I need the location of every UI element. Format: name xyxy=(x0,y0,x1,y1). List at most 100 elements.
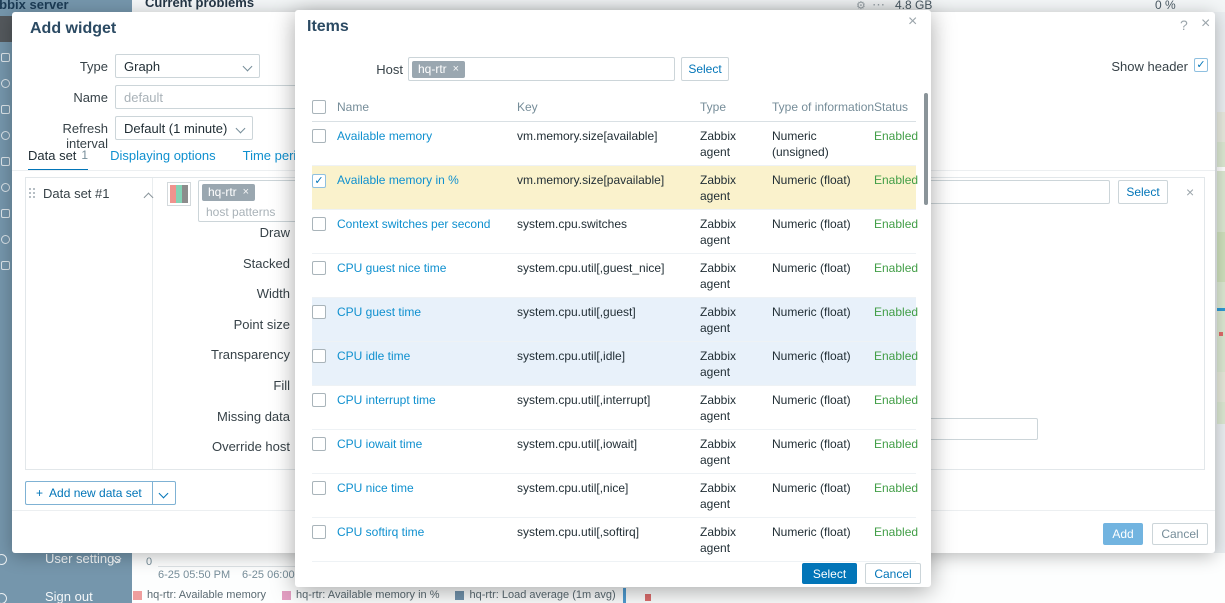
item-name-link[interactable]: Available memory xyxy=(337,129,432,143)
item-name-link[interactable]: CPU guest nice time xyxy=(337,261,446,275)
type-select[interactable]: Graph xyxy=(115,54,260,78)
graph-legend: hq-rtr: Available memoryhq-rtr: Availabl… xyxy=(133,589,616,601)
column-header[interactable]: Status xyxy=(874,100,916,121)
data-set-extra-input[interactable] xyxy=(925,418,1038,440)
sidebar-menu-icon[interactable] xyxy=(1,261,10,270)
sidebar-menu-icon[interactable] xyxy=(1,79,10,88)
legend-item: hq-rtr: Available memory in % xyxy=(282,589,439,601)
item-name-link[interactable]: Available memory in % xyxy=(337,173,459,187)
form-label-width: Width xyxy=(140,286,290,301)
legend-color-icon xyxy=(455,591,464,600)
host-select-button[interactable]: Select xyxy=(681,57,729,81)
item-type: Zabbix agent xyxy=(700,304,772,341)
sidebar-item-sign-out[interactable]: Sign out xyxy=(45,589,93,603)
select-all-checkbox[interactable] xyxy=(312,100,326,114)
item-checkbox[interactable] xyxy=(312,525,326,539)
item-status: Enabled xyxy=(874,348,924,385)
column-header[interactable]: Name xyxy=(337,100,517,121)
item-info: Numeric (float) xyxy=(772,392,874,429)
chevron-down-icon xyxy=(243,61,253,71)
sidebar-menu-icon[interactable] xyxy=(1,157,10,166)
item-name-link[interactable]: CPU idle time xyxy=(337,349,410,363)
item-info: Numeric (float) xyxy=(772,524,874,561)
item-row: CPU nice time system.cpu.util[,nice] Zab… xyxy=(312,474,916,518)
legend-item: hq-rtr: Load average (1m avg) xyxy=(455,589,615,601)
graph-legend-fragment xyxy=(645,594,651,601)
sidebar-menu-icon[interactable] xyxy=(1,53,10,62)
item-key: system.cpu.util[,iowait] xyxy=(517,436,700,473)
dialog-title: Items xyxy=(307,18,349,36)
sidebar-menu-icon[interactable] xyxy=(1,105,10,114)
item-status: Enabled xyxy=(874,436,924,473)
sidebar-active-item-marker[interactable] xyxy=(0,16,12,42)
items-table-body: Available memory vm.memory.size[availabl… xyxy=(312,122,916,562)
item-key: system.cpu.switches xyxy=(517,216,700,253)
footer-select-button[interactable]: Select xyxy=(802,563,857,584)
item-key: system.cpu.util[,nice] xyxy=(517,480,700,517)
item-checkbox[interactable] xyxy=(312,129,326,143)
item-checkbox[interactable] xyxy=(312,393,326,407)
tab-data-set[interactable]: Data set1 xyxy=(28,148,88,171)
graph-cursor-bar xyxy=(623,588,626,603)
close-icon[interactable]: × xyxy=(908,13,917,31)
form-label-fill: Fill xyxy=(140,378,290,393)
cancel-button[interactable]: Cancel xyxy=(1152,523,1208,545)
sidebar-menu-icon[interactable] xyxy=(1,209,10,218)
remove-tag-icon[interactable]: × xyxy=(453,62,459,77)
help-icon[interactable]: ? xyxy=(1180,17,1188,33)
graph-x-tick: 6-25 05:50 PM xyxy=(158,569,230,581)
item-name-link[interactable]: CPU nice time xyxy=(337,481,414,495)
item-name-link[interactable]: CPU guest time xyxy=(337,305,421,319)
item-checkbox[interactable] xyxy=(312,481,326,495)
sidebar-item-user-settings[interactable]: User settings xyxy=(45,551,121,566)
tab-displaying-options[interactable]: Displaying options xyxy=(110,148,221,171)
item-name-link[interactable]: Context switches per second xyxy=(337,217,490,231)
user-icon xyxy=(0,554,7,565)
items-table-scrollbar[interactable] xyxy=(924,93,928,205)
item-name-link[interactable]: CPU interrupt time xyxy=(337,393,436,407)
legend-color-icon xyxy=(133,591,142,600)
add-data-set-dropdown[interactable] xyxy=(152,481,176,505)
sidebar-menu-icon[interactable] xyxy=(1,183,10,192)
item-checkbox[interactable] xyxy=(312,217,326,231)
footer-cancel-button[interactable]: Cancel xyxy=(865,563,921,584)
column-header[interactable]: Type xyxy=(700,100,772,121)
add-button[interactable]: Add xyxy=(1103,523,1143,545)
form-label-transparency: Transparency xyxy=(140,347,290,362)
host-tag-chip: hq-rtr× xyxy=(412,61,465,78)
form-label-override-host: Override host xyxy=(140,439,290,454)
data-set-color-swatch[interactable] xyxy=(167,182,191,206)
item-checkbox[interactable] xyxy=(312,305,326,319)
map-widget-sliver xyxy=(1217,112,1225,424)
item-checkbox[interactable] xyxy=(312,349,326,363)
item-name-link[interactable]: CPU iowait time xyxy=(337,437,422,451)
close-icon[interactable]: × xyxy=(1201,15,1210,33)
sidebar-menu-icon[interactable] xyxy=(1,131,10,140)
sidebar-menu-icon[interactable] xyxy=(1,235,10,244)
show-header-checkbox[interactable] xyxy=(1194,58,1208,72)
column-header[interactable]: Key xyxy=(517,100,700,121)
item-type: Zabbix agent xyxy=(700,392,772,429)
show-header-label: Show header xyxy=(1111,59,1188,74)
refresh-interval-select[interactable]: Default (1 minute) xyxy=(115,116,253,140)
drag-handle-icon[interactable] xyxy=(29,188,31,190)
add-new-data-set-button[interactable]: +Add new data set xyxy=(25,481,176,505)
item-info: Numeric (float) xyxy=(772,216,874,253)
sign-out-icon xyxy=(0,593,7,603)
form-label-draw: Draw xyxy=(140,225,290,240)
remove-data-set-icon[interactable]: × xyxy=(1186,184,1194,200)
item-info: Numeric (float) xyxy=(772,348,874,385)
host-multiselect[interactable]: hq-rtr× xyxy=(408,57,675,81)
column-header[interactable]: Type of information xyxy=(772,100,874,121)
remove-tag-icon[interactable]: × xyxy=(243,185,249,200)
item-checkbox[interactable] xyxy=(312,261,326,275)
item-select-button[interactable]: Select xyxy=(1118,180,1168,204)
item-checkbox[interactable] xyxy=(312,174,326,188)
item-type: Zabbix agent xyxy=(700,216,772,253)
form-label-point-size: Point size xyxy=(140,317,290,332)
item-row: CPU softirq time system.cpu.util[,softir… xyxy=(312,518,916,562)
item-info: Numeric (unsigned) xyxy=(772,128,874,165)
item-name-link[interactable]: CPU softirq time xyxy=(337,525,424,539)
host-label: Host xyxy=(315,62,403,77)
item-checkbox[interactable] xyxy=(312,437,326,451)
